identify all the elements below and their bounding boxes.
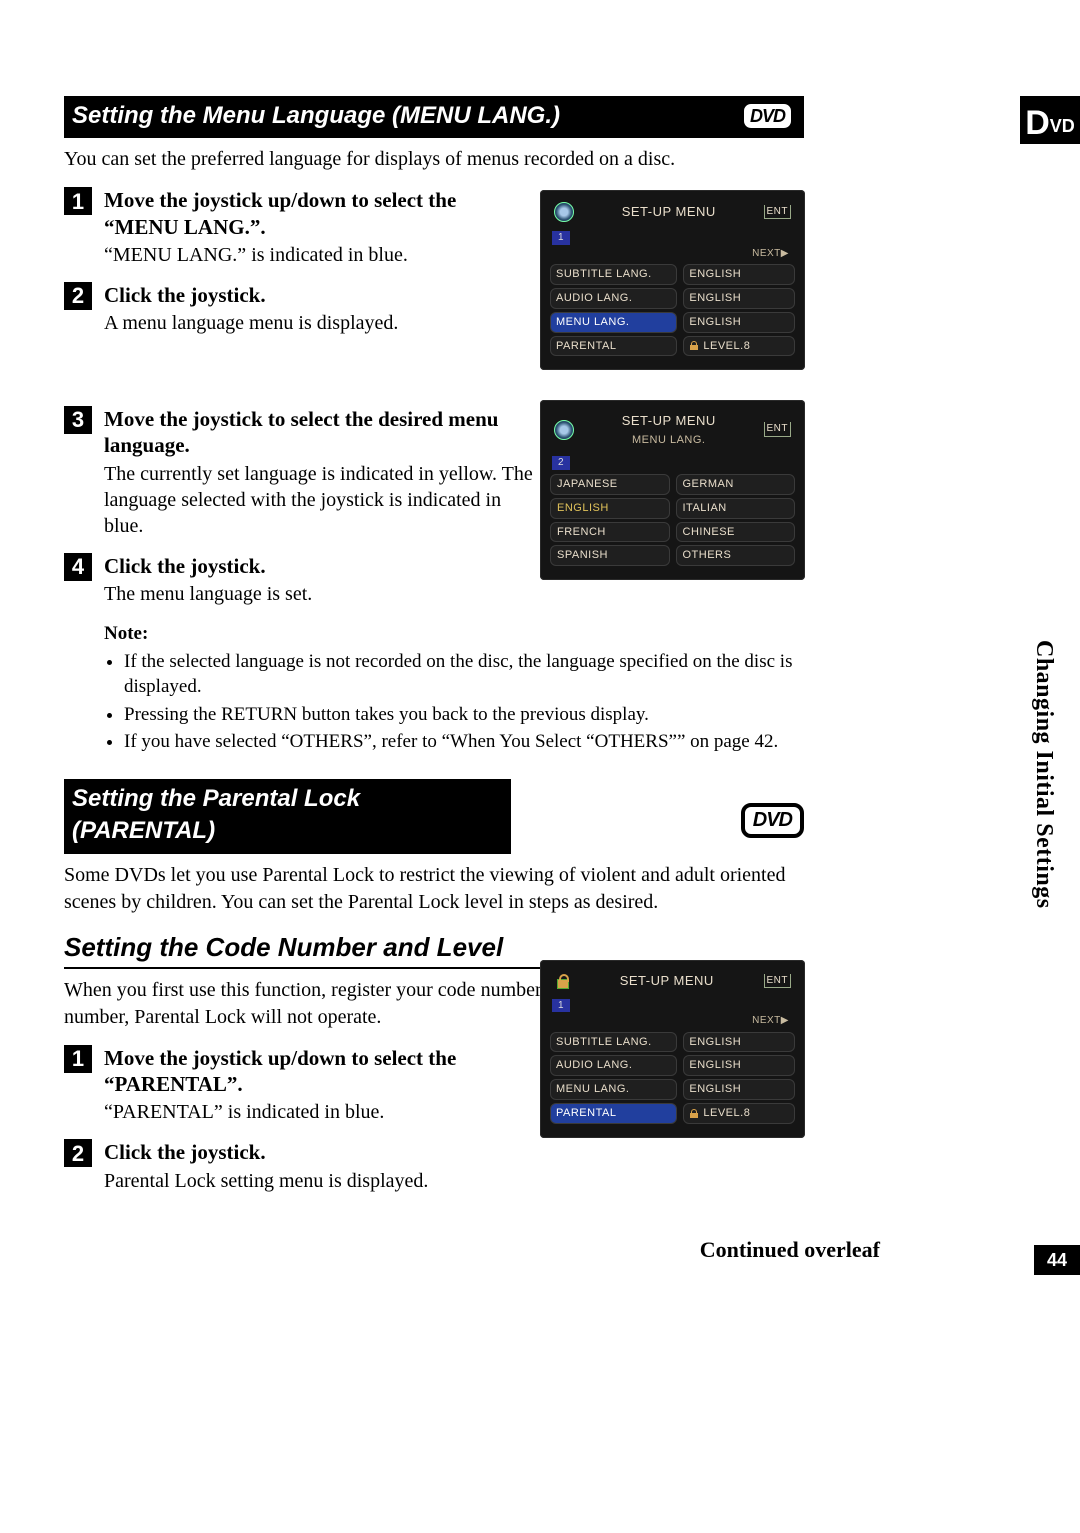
- screen-row-label: SUBTITLE LANG.: [550, 264, 677, 285]
- screen-row-label: MENU LANG.: [550, 1079, 677, 1100]
- screen-row-label: AUDIO LANG.: [550, 288, 677, 309]
- screen-row-value: LEVEL.8: [683, 1103, 795, 1124]
- screen-row-label: MENU LANG.: [550, 312, 677, 333]
- screen-lang-option: CHINESE: [676, 522, 796, 543]
- screen-row-value: LEVEL.8: [683, 336, 795, 357]
- step-body: A menu language menu is displayed.: [104, 310, 534, 336]
- screen-title: SET-UP MENU: [582, 203, 756, 221]
- screen-row-label: AUDIO LANG.: [550, 1055, 677, 1076]
- screen-setup-menu-1: SET-UP MENU ENT 1 NEXT▶ SUBTITLE LANG. EN…: [540, 190, 805, 392]
- step-1-2: 2 Click the joystick. A menu language me…: [64, 282, 534, 336]
- note-item: If the selected language is not recorded…: [124, 649, 804, 700]
- step-2-1: 1 Move the joystick up/down to select th…: [64, 1045, 534, 1126]
- step-number: 1: [64, 187, 92, 215]
- disc-icon: [554, 420, 574, 440]
- heading-parental: Setting the Parental Lock (PARENTAL): [64, 779, 511, 854]
- note-item: If you have selected “OTHERS”, refer to …: [124, 729, 804, 755]
- ent-icon: ENT: [764, 422, 792, 437]
- intro-text-2: Some DVDs let you use Parental Lock to r…: [64, 862, 804, 916]
- step-number: 3: [64, 406, 92, 434]
- intro-text-1: You can set the preferred language for d…: [64, 146, 804, 173]
- page-number: 44: [1034, 1245, 1080, 1275]
- step-title: Move the joystick up/down to select the …: [104, 187, 534, 240]
- screen-title: SET-UP MENU MENU LANG.: [582, 412, 756, 447]
- screen-menu-lang: SET-UP MENU MENU LANG. ENT 2 JAPANESE GER…: [540, 400, 805, 602]
- step-body: Parental Lock setting menu is displayed.: [104, 1168, 534, 1194]
- lock-icon: [689, 1109, 699, 1119]
- screen-row-value: ENGLISH: [683, 312, 795, 333]
- screen-setup-menu-2: SET-UP MENU ENT 1 NEXT▶ SUBTITLE LANG. EN…: [540, 960, 805, 1160]
- step-number: 2: [64, 1139, 92, 1167]
- heading-text: Setting the Parental Lock (PARENTAL): [72, 783, 501, 848]
- continued-overleaf: Continued overleaf: [700, 1235, 880, 1265]
- screen-row-label: SUBTITLE LANG.: [550, 1032, 677, 1053]
- screen-row-value: ENGLISH: [683, 1079, 795, 1100]
- step-title: Move the joystick to select the desired …: [104, 406, 534, 459]
- steps-group-1: 1 Move the joystick up/down to select th…: [64, 187, 534, 607]
- step-number: 1: [64, 1045, 92, 1073]
- ent-icon: ENT: [764, 205, 792, 220]
- lock-icon: [689, 341, 699, 351]
- step-1-3: 3 Move the joystick to select the desire…: [64, 406, 534, 539]
- side-tab-sub: VD: [1050, 114, 1075, 140]
- note-item: Pressing the RETURN button takes you bac…: [124, 702, 804, 728]
- step-body: The currently set language is indicated …: [104, 461, 534, 539]
- disc-icon: [554, 202, 574, 222]
- lock-icon: [554, 973, 570, 989]
- screen-row-value: ENGLISH: [683, 1055, 795, 1076]
- steps-group-2: 1 Move the joystick up/down to select th…: [64, 1045, 534, 1194]
- screen-lang-option: JAPANESE: [550, 474, 670, 495]
- step-body: “MENU LANG.” is indicated in blue.: [104, 242, 534, 268]
- step-body: The menu language is set.: [104, 581, 534, 607]
- ent-icon: ENT: [764, 974, 792, 989]
- screen-tab: 1: [552, 231, 570, 245]
- step-number: 2: [64, 282, 92, 310]
- screen-tab: 2: [552, 456, 570, 470]
- step-title: Click the joystick.: [104, 1139, 534, 1165]
- note-title: Note:: [104, 621, 804, 647]
- step-number: 4: [64, 553, 92, 581]
- screen-lang-option: ENGLISH: [550, 498, 670, 519]
- screen-tab: 1: [552, 999, 570, 1013]
- dvd-badge-icon: DVD: [741, 803, 804, 838]
- screen-lang-option: FRENCH: [550, 522, 670, 543]
- screen-row-label: PARENTAL: [550, 336, 677, 357]
- step-1-4: 4 Click the joystick. The menu language …: [64, 553, 534, 607]
- step-2-2: 2 Click the joystick. Parental Lock sett…: [64, 1139, 534, 1193]
- screen-row-value: ENGLISH: [683, 264, 795, 285]
- screen-row-value: ENGLISH: [683, 1032, 795, 1053]
- step-body: “PARENTAL” is indicated in blue.: [104, 1099, 534, 1125]
- step-title: Click the joystick.: [104, 553, 534, 579]
- dvd-badge-icon: DVD: [741, 101, 794, 131]
- heading-text: Setting the Menu Language (MENU LANG.): [72, 100, 560, 132]
- vertical-chapter-title: Changing Initial Settings: [1028, 640, 1060, 909]
- step-title: Move the joystick up/down to select the …: [104, 1045, 534, 1098]
- side-tab-dvd: D VD: [1020, 96, 1080, 144]
- screen-title: SET-UP MENU: [578, 972, 756, 990]
- screen-lang-option: GERMAN: [676, 474, 796, 495]
- screen-lang-option: OTHERS: [676, 545, 796, 566]
- screen-row-label: PARENTAL: [550, 1103, 677, 1124]
- step-1-1: 1 Move the joystick up/down to select th…: [64, 187, 534, 268]
- screen-next: NEXT▶: [550, 247, 795, 261]
- side-tab-big: D: [1025, 106, 1050, 140]
- note-block: Note: If the selected language is not re…: [104, 621, 804, 755]
- screen-next: NEXT▶: [550, 1014, 795, 1028]
- step-title: Click the joystick.: [104, 282, 534, 308]
- screen-lang-option: ITALIAN: [676, 498, 796, 519]
- screen-row-value: ENGLISH: [683, 288, 795, 309]
- screen-lang-option: SPANISH: [550, 545, 670, 566]
- heading-menu-lang: Setting the Menu Language (MENU LANG.) D…: [64, 96, 804, 138]
